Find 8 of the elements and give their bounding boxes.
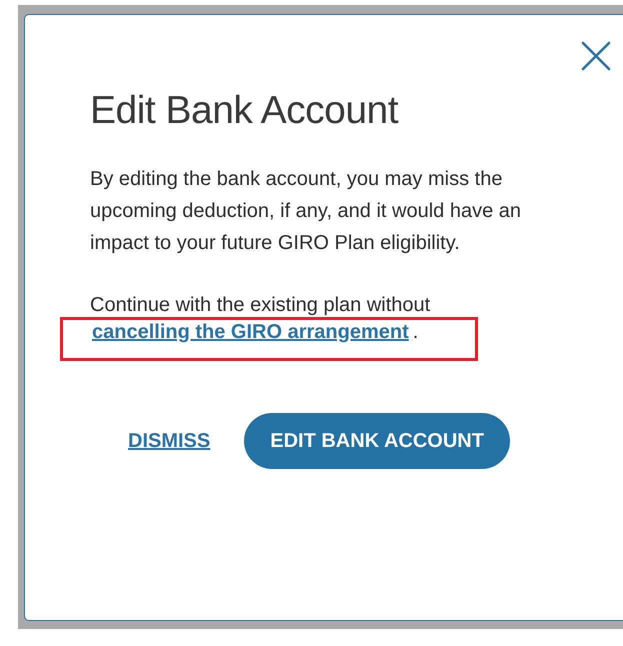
- close-icon[interactable]: [580, 40, 612, 72]
- dialog-title: Edit Bank Account: [90, 88, 400, 134]
- message-text: By editing the bank account, you may miss the upcoming deduction, if any, and it would have an impact to your future GIRO Plan eligibility.: [90, 167, 522, 256]
- continue-text: Continue with the existing plan without: [90, 293, 432, 318]
- period-text: .: [412, 321, 418, 344]
- cancel-giro-link[interactable]: cancelling the GIRO arrangement: [92, 321, 409, 344]
- edit-bank-account-button[interactable]: EDIT BANK ACCOUNT: [244, 413, 510, 469]
- dismiss-button[interactable]: DISMISS: [128, 430, 210, 452]
